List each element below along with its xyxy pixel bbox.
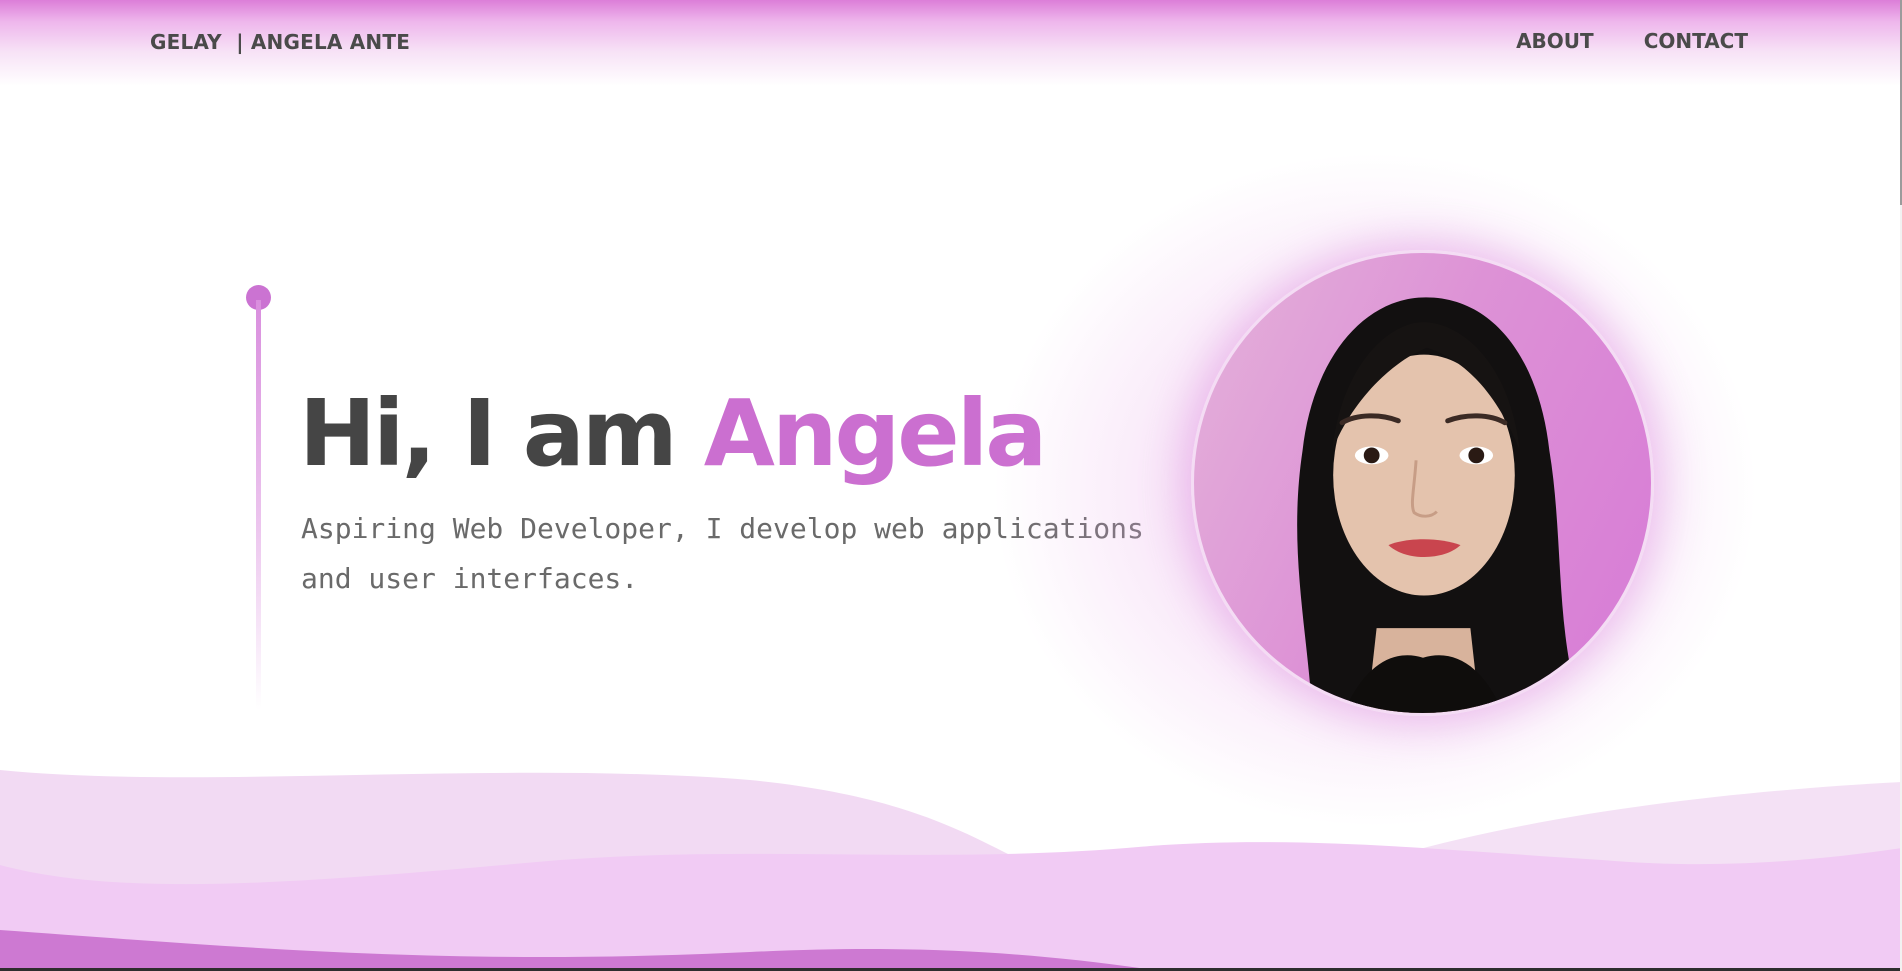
profile-photo-illustration bbox=[1297, 297, 1583, 713]
nav-link-contact[interactable]: CONTACT bbox=[1644, 29, 1748, 53]
nav-link-about[interactable]: ABOUT bbox=[1516, 29, 1594, 53]
page: GELAY | ANGELA ANTE ABOUT CONTACT Hi, I … bbox=[0, 0, 1902, 971]
profile-photo bbox=[1191, 250, 1654, 716]
main-nav: ABOUT CONTACT bbox=[1516, 29, 1748, 53]
decorative-waves bbox=[0, 740, 1902, 971]
hero-title: Hi, I am Angela bbox=[299, 388, 1047, 480]
brand-logo[interactable]: GELAY | ANGELA ANTE bbox=[150, 30, 410, 54]
hero-title-greeting: Hi, I am bbox=[299, 380, 704, 487]
timeline-line bbox=[256, 300, 261, 710]
site-header: GELAY | ANGELA ANTE ABOUT CONTACT bbox=[0, 0, 1900, 86]
